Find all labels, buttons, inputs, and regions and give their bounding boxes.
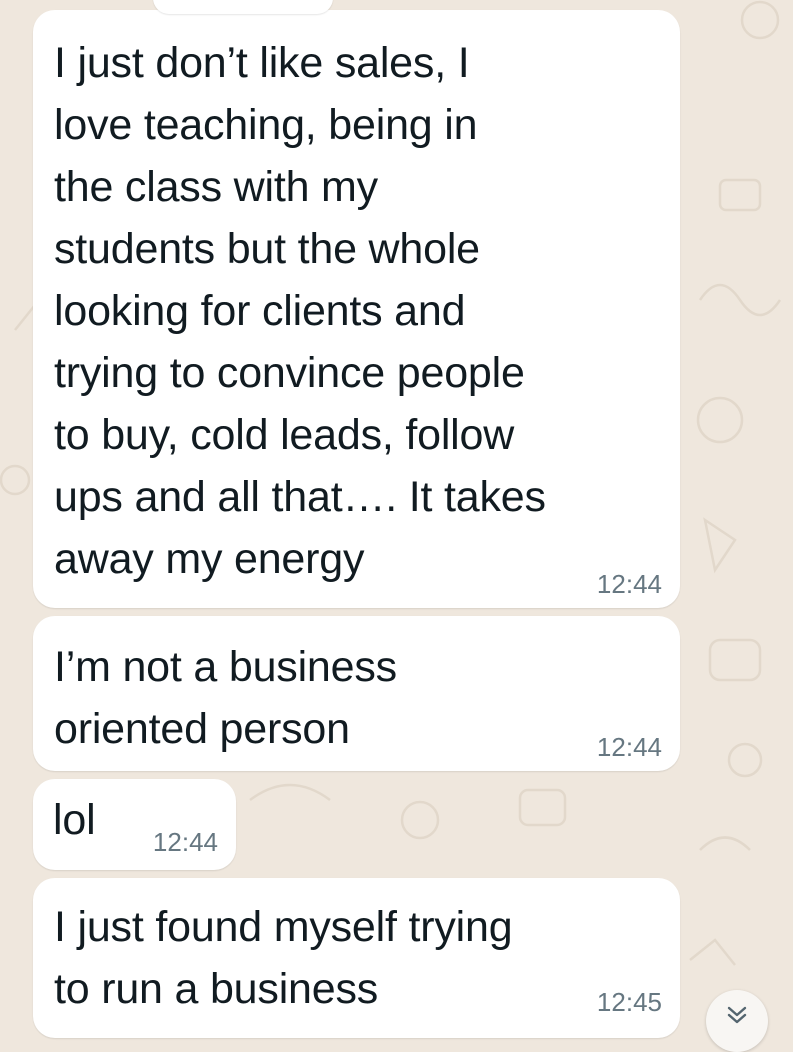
message-bubble[interactable]: I just don’t like sales, I love teaching… <box>33 0 680 608</box>
message-text: I just found myself trying to run a busi… <box>54 903 513 1013</box>
message-text: I’m not a business oriented person <box>54 643 397 753</box>
message-bubble[interactable]: I’m not a business oriented person 12:44 <box>33 616 680 771</box>
previous-message-bubble-edge <box>153 0 333 14</box>
chevron-down-double-icon <box>727 1006 747 1024</box>
message-timestamp: 12:44 <box>596 569 662 599</box>
message-timestamp: 12:45 <box>596 987 662 1017</box>
message-text: I just don’t like sales, I love teaching… <box>54 39 546 583</box>
scroll-to-bottom-button[interactable] <box>706 990 768 1052</box>
message-bubble[interactable]: I just found myself trying to run a busi… <box>33 878 680 1038</box>
message-timestamp: 12:44 <box>596 732 662 762</box>
message-text: lol <box>53 796 96 844</box>
message-timestamp: 12:44 <box>152 827 218 857</box>
message-bubble[interactable]: lol 12:44 <box>33 779 236 870</box>
